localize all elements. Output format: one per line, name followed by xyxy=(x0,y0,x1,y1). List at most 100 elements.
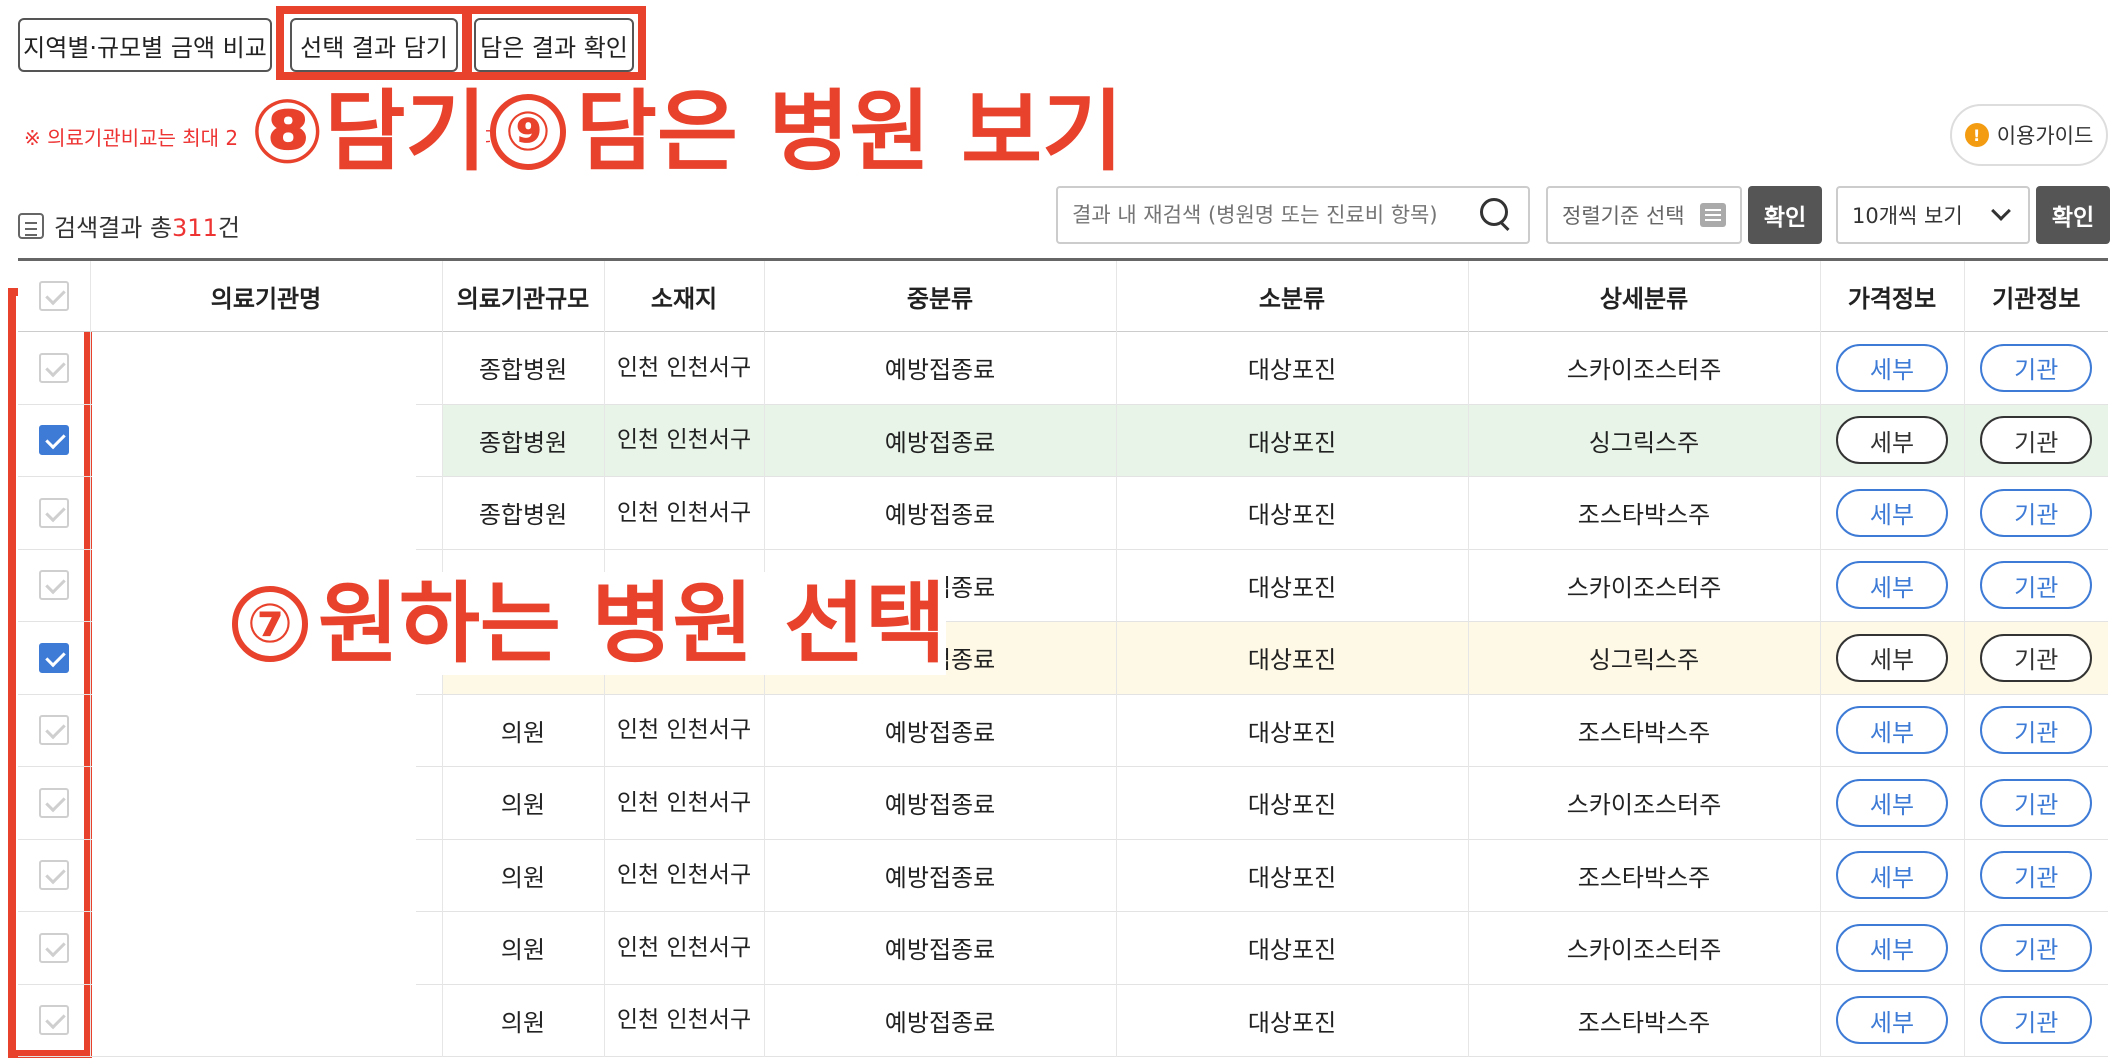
row-sub-category: 대상포진 xyxy=(1116,839,1469,912)
result-count-suffix: 건 xyxy=(217,214,240,242)
table-header-row: 의료기관명 의료기관규모 소재지 중분류 소분류 상세분류 가격정보 기관정보 xyxy=(18,259,2108,332)
price-detail-button[interactable]: 세부 xyxy=(1836,633,1948,682)
row-sub-category: 대상포진 xyxy=(1116,621,1469,694)
row-detail-category: 조스타박스주 xyxy=(1468,839,1821,912)
annotation-step7-num: ⑦ xyxy=(232,586,308,663)
row-checkbox[interactable] xyxy=(38,932,69,963)
row-checkbox[interactable] xyxy=(38,425,69,456)
row-price-cell: 세부 xyxy=(1820,694,1965,767)
org-info-button[interactable]: 기관 xyxy=(1980,633,2093,682)
price-detail-button[interactable]: 세부 xyxy=(1836,923,1948,972)
row-detail-category: 조스타박스주 xyxy=(1468,984,1821,1057)
row-location-cell: 인천 인천서구 xyxy=(604,476,765,549)
row-price-cell: 세부 xyxy=(1820,476,1965,549)
per-page-value: 10개씩 보기 xyxy=(1852,204,1963,228)
row-location-cell: 인천 인천서구 xyxy=(604,694,765,767)
research-search-input[interactable] xyxy=(1072,203,1472,227)
header-detail-category: 상세분류 xyxy=(1468,259,1821,332)
row-sub-category: 대상포진 xyxy=(1116,476,1469,549)
row-size: 의원 xyxy=(442,694,605,767)
org-info-button[interactable]: 기관 xyxy=(1980,561,2093,610)
row-mid-category: 예방접종료 xyxy=(764,331,1117,404)
row-sub-category: 대상포진 xyxy=(1116,984,1469,1057)
sort-select[interactable]: 정렬기준 선택 xyxy=(1546,186,1742,244)
row-org-cell: 기관 xyxy=(1964,404,2108,477)
row-location: 인천 인천서구 xyxy=(616,934,752,961)
row-checkbox[interactable] xyxy=(38,497,69,528)
sort-confirm-button[interactable]: 확인 xyxy=(1748,186,1822,244)
row-checkbox[interactable] xyxy=(38,860,69,891)
per-page-confirm-label: 확인 xyxy=(2051,205,2095,231)
result-count-number: 311 xyxy=(172,214,218,242)
annotation-step7-text: 원하는 병원 선택 xyxy=(318,572,946,675)
row-mid-category: 예방접종료 xyxy=(764,476,1117,549)
row-price-cell: 세부 xyxy=(1820,621,1965,694)
row-location-cell: 인천 인천서구 xyxy=(604,911,765,984)
row-mid-category: 예방접종료 xyxy=(764,984,1117,1057)
row-price-cell: 세부 xyxy=(1820,404,1965,477)
region-compare-button[interactable]: 지역별·규모별 금액 비교 xyxy=(18,18,272,72)
row-location: 인천 인천서구 xyxy=(616,717,752,744)
row-detail-category: 싱그릭스주 xyxy=(1468,404,1821,477)
row-price-cell: 세부 xyxy=(1820,766,1965,839)
row-price-cell: 세부 xyxy=(1820,984,1965,1057)
row-location-cell: 인천 인천서구 xyxy=(604,839,765,912)
annotation-step9: ⑨ 담은 병원 보기 xyxy=(490,88,1124,177)
org-info-button[interactable]: 기관 xyxy=(1980,778,2093,827)
annotation-step9-num: ⑨ xyxy=(490,94,566,171)
price-detail-button[interactable]: 세부 xyxy=(1836,343,1948,392)
row-mid-category: 예방접종료 xyxy=(764,911,1117,984)
row-size: 종합병원 xyxy=(442,476,605,549)
row-org-cell: 기관 xyxy=(1964,332,2108,405)
row-checkbox-cell xyxy=(18,766,91,839)
row-checkbox[interactable] xyxy=(38,642,69,673)
price-detail-button[interactable]: 세부 xyxy=(1836,778,1948,827)
price-detail-button[interactable]: 세부 xyxy=(1836,996,1948,1045)
row-org-cell: 기관 xyxy=(1964,694,2108,767)
row-location-cell: 인천 인천서구 xyxy=(604,766,765,839)
price-detail-button[interactable]: 세부 xyxy=(1836,488,1948,537)
row-checkbox[interactable] xyxy=(38,570,69,601)
org-info-button[interactable]: 기관 xyxy=(1980,996,2093,1045)
org-info-button[interactable]: 기관 xyxy=(1980,923,2093,972)
row-location: 인천 인천서구 xyxy=(616,499,752,526)
row-price-cell: 세부 xyxy=(1820,839,1965,912)
annotation-step7: ⑦ 원하는 병원 선택 xyxy=(232,572,946,675)
row-checkbox-cell xyxy=(18,984,91,1057)
row-size: 의원 xyxy=(442,984,605,1057)
row-checkbox[interactable] xyxy=(38,715,69,746)
per-page-confirm-button[interactable]: 확인 xyxy=(2036,186,2110,244)
save-selection-label: 선택 결과 담기 xyxy=(300,33,448,62)
usage-guide-button[interactable]: ! 이용가이드 xyxy=(1950,104,2108,166)
row-checkbox[interactable] xyxy=(38,1005,69,1036)
select-all-checkbox[interactable] xyxy=(38,281,69,311)
row-location-cell: 인천 인천서구 xyxy=(604,984,765,1057)
row-checkbox[interactable] xyxy=(38,352,69,383)
row-size: 의원 xyxy=(442,911,605,984)
per-page-select[interactable]: 10개씩 보기 xyxy=(1836,186,2030,244)
price-detail-button[interactable]: 세부 xyxy=(1836,706,1948,755)
org-info-button[interactable]: 기관 xyxy=(1980,343,2093,392)
row-detail-category: 싱그릭스주 xyxy=(1468,621,1821,694)
org-info-button[interactable]: 기관 xyxy=(1980,416,2093,465)
row-org-cell: 기관 xyxy=(1964,549,2108,622)
price-detail-button[interactable]: 세부 xyxy=(1836,561,1948,610)
org-info-button[interactable]: 기관 xyxy=(1980,706,2093,755)
row-checkbox[interactable] xyxy=(38,787,69,818)
row-location: 인천 인천서구 xyxy=(616,427,752,454)
price-detail-button[interactable]: 세부 xyxy=(1836,416,1948,465)
org-info-button[interactable]: 기관 xyxy=(1980,488,2093,537)
row-detail-category: 스카이조스터주 xyxy=(1468,766,1821,839)
search-icon[interactable] xyxy=(1480,198,1514,232)
save-selection-button[interactable]: 선택 결과 담기 xyxy=(290,18,458,72)
view-saved-button[interactable]: 담은 결과 확인 xyxy=(474,18,634,72)
row-mid-category: 예방접종료 xyxy=(764,404,1117,477)
header-name: 의료기관명 xyxy=(90,259,443,332)
org-info-button[interactable]: 기관 xyxy=(1980,851,2093,900)
row-sub-category: 대상포진 xyxy=(1116,331,1469,404)
header-size: 의료기관규모 xyxy=(442,259,605,332)
compare-limit-notice: ※ 의료기관비교는 최대 2 xyxy=(24,122,238,151)
row-price-cell: 세부 xyxy=(1820,549,1965,622)
price-detail-button[interactable]: 세부 xyxy=(1836,851,1948,900)
header-mid-category: 중분류 xyxy=(764,259,1117,332)
